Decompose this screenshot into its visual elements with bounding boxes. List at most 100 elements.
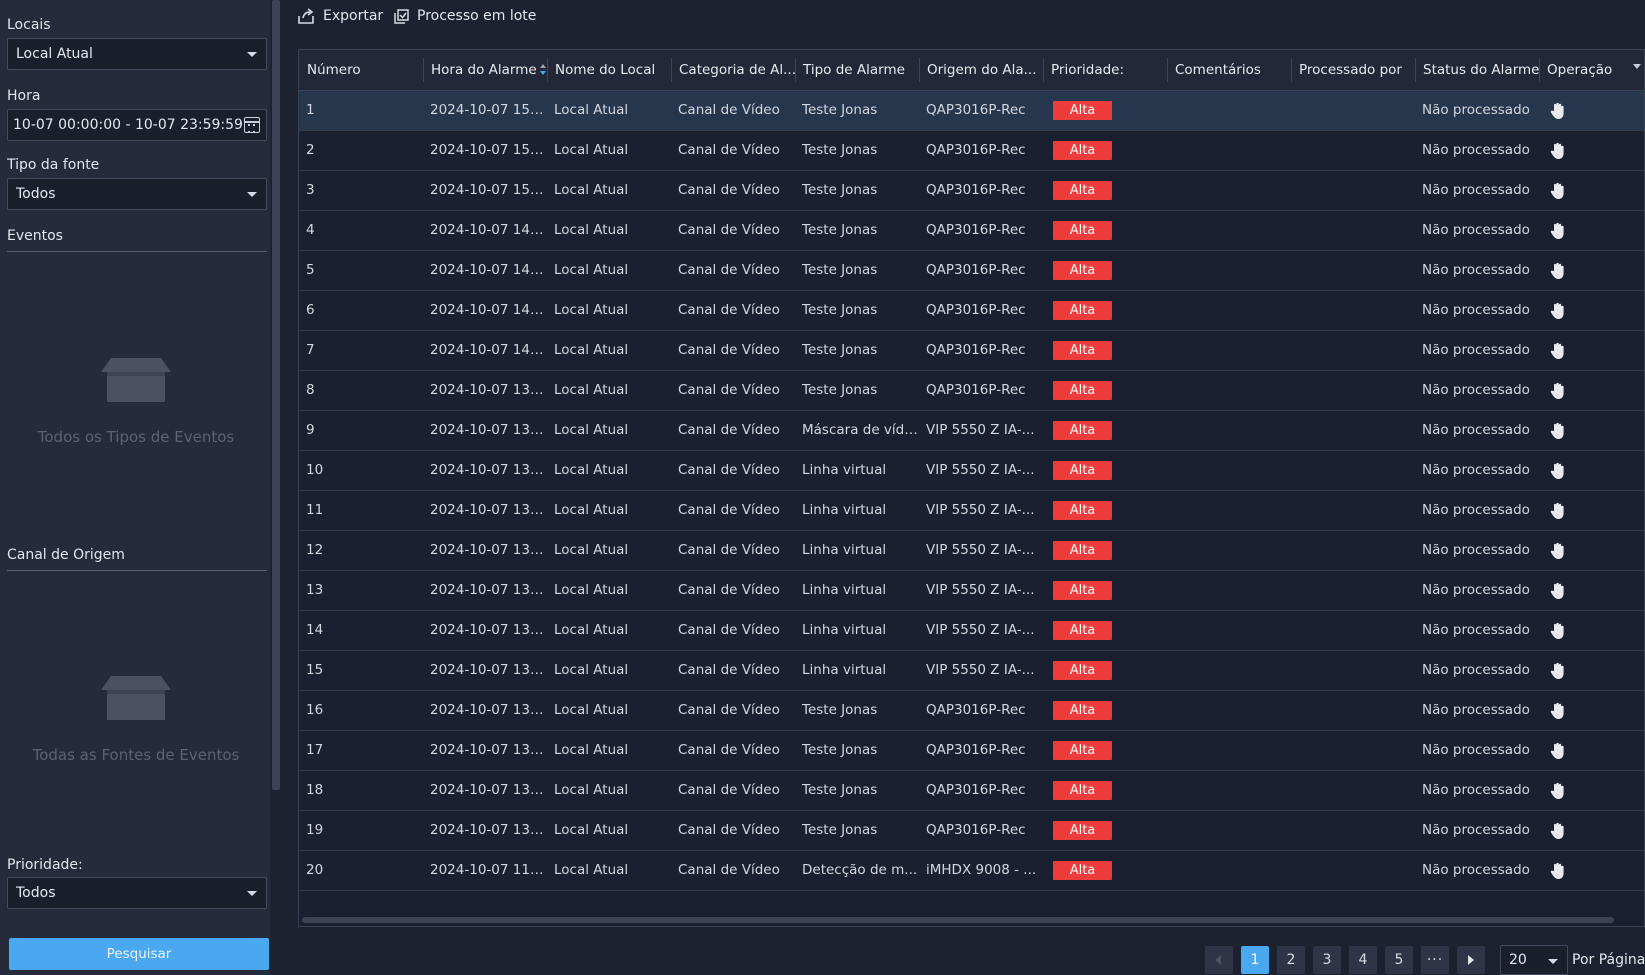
hand-icon[interactable]	[1550, 262, 1566, 280]
export-button[interactable]: Exportar	[298, 6, 383, 26]
column-header-categoria[interactable]: Categoria de Al...	[671, 50, 795, 90]
prioridade-select[interactable]: Todos	[7, 877, 267, 909]
table-row[interactable]: 12 2024-10-07 13:... Local Atual Canal de V…	[299, 531, 1644, 571]
cell-numero: 11	[306, 502, 324, 518]
table-row[interactable]: 14 2024-10-07 13:... Local Atual Canal de V…	[299, 611, 1644, 651]
cell-local: Local Atual	[554, 862, 629, 878]
calendar-icon[interactable]	[244, 117, 260, 133]
column-header-hora[interactable]: Hora do Alarme	[423, 50, 547, 90]
sort-icon[interactable]	[539, 63, 547, 77]
cell-processado	[1291, 851, 1415, 890]
hand-icon[interactable]	[1550, 302, 1566, 320]
table-row[interactable]: 19 2024-10-07 13:... Local Atual Canal de V…	[299, 811, 1644, 851]
column-header-operacao[interactable]: Operação	[1539, 50, 1645, 90]
table-row[interactable]: 17 2024-10-07 13:... Local Atual Canal de V…	[299, 731, 1644, 771]
hand-icon[interactable]	[1550, 502, 1566, 520]
column-header-processado[interactable]: Processado por	[1291, 50, 1415, 90]
column-header-status[interactable]: Status do Alarme	[1415, 50, 1539, 90]
table-row[interactable]: 13 2024-10-07 13:... Local Atual Canal de V…	[299, 571, 1644, 611]
cell-local: Local Atual	[554, 182, 629, 198]
column-header-label: Processado por	[1299, 62, 1402, 78]
hand-icon[interactable]	[1550, 862, 1566, 880]
per-page-select[interactable]: 20	[1500, 945, 1568, 975]
table-row[interactable]: 6 2024-10-07 14:... Local Atual Canal de Ví…	[299, 291, 1644, 331]
cell-local: Local Atual	[554, 462, 629, 478]
cell-origem: VIP 5550 Z IA-...	[926, 502, 1035, 518]
table-row[interactable]: 10 2024-10-07 13:... Local Atual Canal de V…	[299, 451, 1644, 491]
hand-icon[interactable]	[1550, 822, 1566, 840]
cell-comentarios	[1167, 451, 1291, 490]
table-row[interactable]: 15 2024-10-07 13:... Local Atual Canal de V…	[299, 651, 1644, 691]
hand-icon[interactable]	[1550, 102, 1566, 120]
hand-icon[interactable]	[1550, 422, 1566, 440]
column-header-tipo[interactable]: Tipo de Alarme	[795, 50, 919, 90]
table-row[interactable]: 16 2024-10-07 13:... Local Atual Canal de V…	[299, 691, 1644, 731]
table-row[interactable]: 11 2024-10-07 13:... Local Atual Canal de V…	[299, 491, 1644, 531]
cell-prioridade: Alta	[1043, 691, 1167, 730]
cell-local: Local Atual	[554, 622, 629, 638]
column-header-prioridade[interactable]: Prioridade:	[1043, 50, 1167, 90]
cell-tipo: Teste Jonas	[802, 822, 878, 838]
prioridade-value: Todos	[16, 885, 56, 901]
page-button-2[interactable]: 2	[1277, 946, 1305, 974]
column-header-origem[interactable]: Origem do Ala...	[919, 50, 1043, 90]
table-row[interactable]: 5 2024-10-07 14:... Local Atual Canal de Ví…	[299, 251, 1644, 291]
hand-icon[interactable]	[1550, 782, 1566, 800]
table-row[interactable]: 1 2024-10-07 15:... Local Atual Canal de Ví…	[299, 91, 1644, 131]
hand-icon[interactable]	[1550, 382, 1566, 400]
page-ellipsis-button[interactable]: ···	[1421, 946, 1449, 974]
table-row[interactable]: 3 2024-10-07 15:... Local Atual Canal de Ví…	[299, 171, 1644, 211]
table-row[interactable]: 8 2024-10-07 13:... Local Atual Canal de Ví…	[299, 371, 1644, 411]
cell-origem: QAP3016P-Rec	[926, 262, 1026, 278]
table-row[interactable]: 20 2024-10-07 11:... Local Atual Canal de V…	[299, 851, 1644, 891]
column-header-comentarios[interactable]: Comentários	[1167, 50, 1291, 90]
page-button-5[interactable]: 5	[1385, 946, 1413, 974]
hora-range-input[interactable]: 10-07 00:00:00 - 10-07 23:59:59	[7, 109, 267, 141]
horizontal-scrollbar[interactable]	[302, 917, 1614, 923]
cell-prioridade: Alta	[1043, 491, 1167, 530]
hand-icon[interactable]	[1550, 582, 1566, 600]
cell-prioridade: Alta	[1043, 331, 1167, 370]
next-page-button[interactable]	[1457, 946, 1485, 974]
hand-icon[interactable]	[1550, 222, 1566, 240]
hand-icon[interactable]	[1550, 182, 1566, 200]
hand-icon[interactable]	[1550, 542, 1566, 560]
chevron-left-icon	[1215, 955, 1221, 965]
page-button-4[interactable]: 4	[1349, 946, 1377, 974]
search-button[interactable]: Pesquisar	[9, 938, 269, 970]
cell-comentarios	[1167, 291, 1291, 330]
filter-sidebar: Locais Local Atual Hora 10-07 00:00:00 -…	[0, 0, 270, 975]
table-row[interactable]: 9 2024-10-07 13:... Local Atual Canal de Ví…	[299, 411, 1644, 451]
cell-local: Local Atual	[554, 102, 629, 118]
page-button-3[interactable]: 3	[1313, 946, 1341, 974]
prev-page-button[interactable]	[1205, 946, 1233, 974]
tipo-fonte-select[interactable]: Todos	[7, 178, 267, 210]
table-row[interactable]: 18 2024-10-07 13:... Local Atual Canal de V…	[299, 771, 1644, 811]
hora-value: 10-07 00:00:00 - 10-07 23:59:59	[13, 117, 243, 133]
hand-icon[interactable]	[1550, 742, 1566, 760]
hand-icon[interactable]	[1550, 142, 1566, 160]
table-row[interactable]: 2 2024-10-07 15:... Local Atual Canal de Ví…	[299, 131, 1644, 171]
cell-processado	[1291, 171, 1415, 210]
hand-icon[interactable]	[1550, 462, 1566, 480]
sidebar-scrollbar[interactable]	[272, 0, 280, 790]
column-header-local[interactable]: Nome do Local	[547, 50, 671, 90]
cell-processado	[1291, 731, 1415, 770]
cell-numero: 16	[306, 702, 324, 718]
priority-badge: Alta	[1053, 141, 1112, 160]
hand-icon[interactable]	[1550, 342, 1566, 360]
hand-icon[interactable]	[1550, 622, 1566, 640]
hand-icon[interactable]	[1550, 702, 1566, 720]
table-row[interactable]: 7 2024-10-07 14:... Local Atual Canal de Ví…	[299, 331, 1644, 371]
column-header-numero[interactable]: Número	[299, 50, 423, 90]
cell-tipo: Teste Jonas	[802, 742, 878, 758]
cell-categoria: Canal de Vídeo	[678, 102, 780, 118]
hand-icon[interactable]	[1550, 662, 1566, 680]
cell-status: Não processado	[1422, 342, 1530, 358]
cell-local: Local Atual	[554, 782, 629, 798]
table-row[interactable]: 4 2024-10-07 14:... Local Atual Canal de Ví…	[299, 211, 1644, 251]
batch-process-button[interactable]: Processo em lote	[394, 6, 536, 26]
chevron-down-icon[interactable]	[1633, 64, 1641, 69]
locais-select[interactable]: Local Atual	[7, 38, 267, 70]
page-button-1[interactable]: 1	[1241, 946, 1269, 974]
